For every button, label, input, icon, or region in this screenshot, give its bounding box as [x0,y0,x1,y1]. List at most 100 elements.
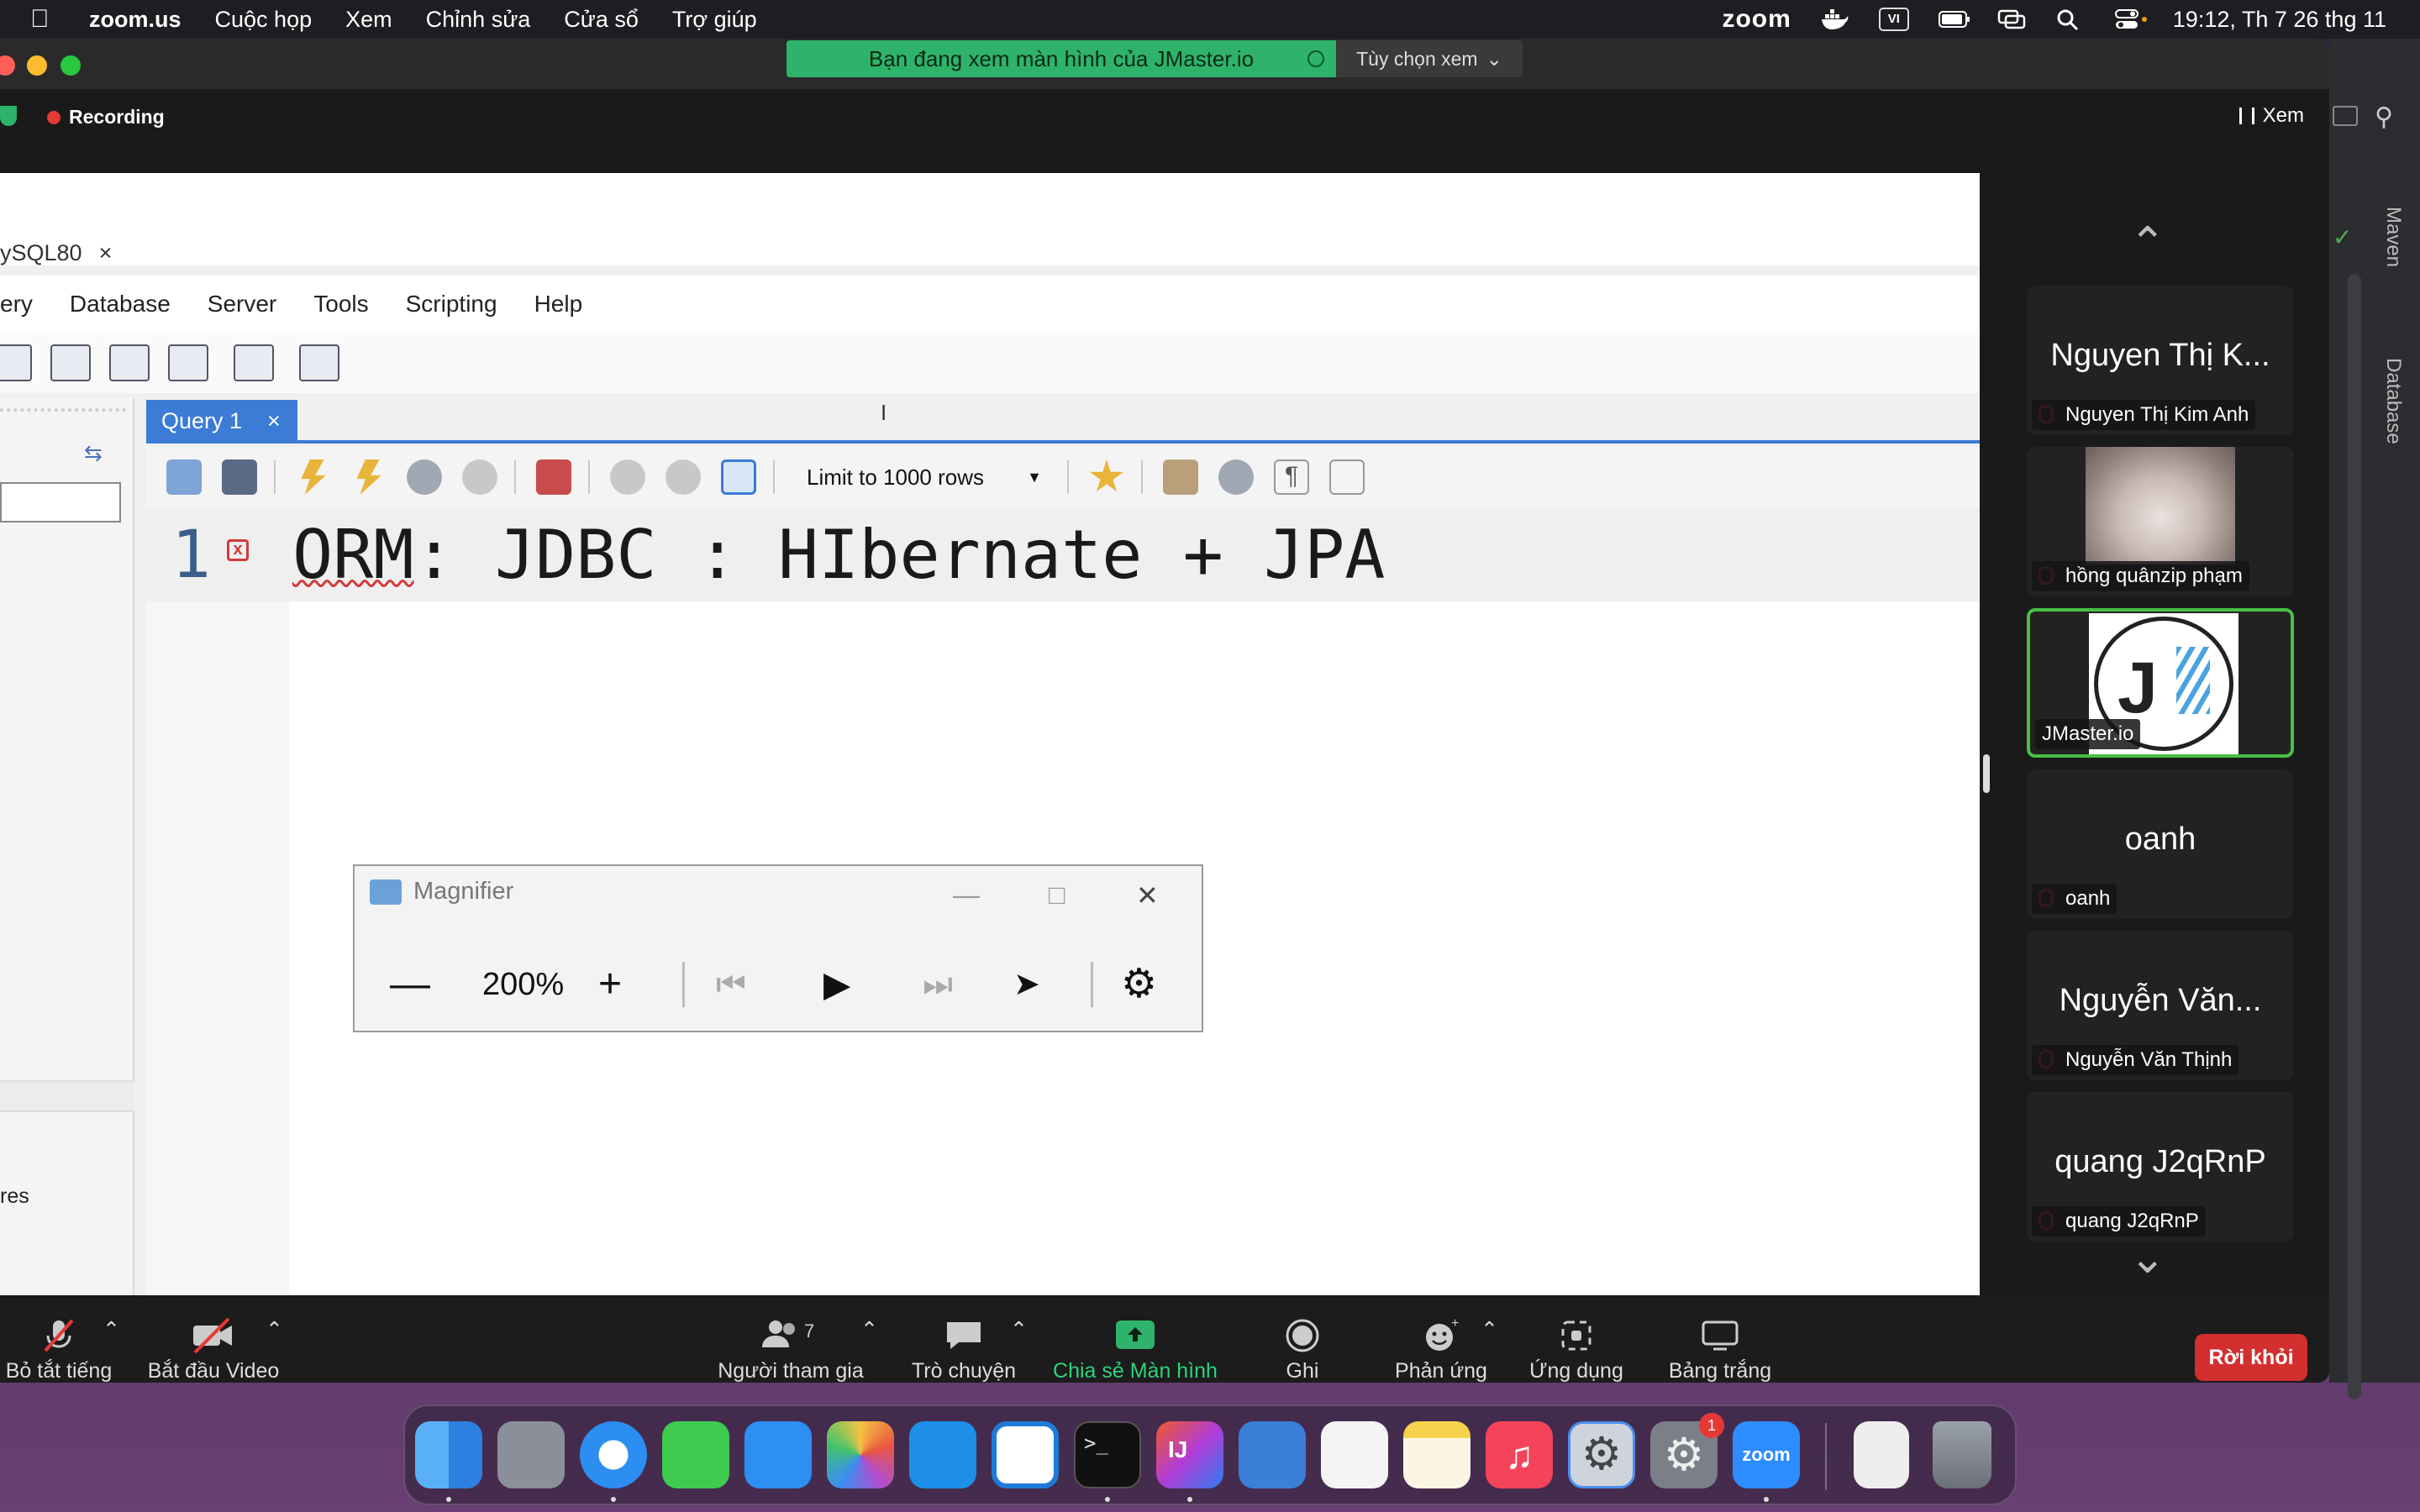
recording-indicator[interactable]: Recording [47,106,165,129]
instruments-icon[interactable] [1239,1421,1306,1488]
terminal-icon[interactable]: >_ [1074,1421,1141,1488]
menu-app-name[interactable]: zoom.us [89,7,182,33]
reminders-icon[interactable] [1321,1421,1388,1488]
stop-icon[interactable] [462,459,497,495]
toggle-continue-on-error-icon[interactable] [536,459,571,495]
participant-tile[interactable]: Nguyen Thị K... Nguyen Thị Kim Anh [2027,286,2294,435]
menu-database[interactable]: Database [70,291,171,318]
zoom-status-icon[interactable]: zoom [1722,5,1791,34]
encryption-shield-icon[interactable] [0,106,17,126]
save-icon[interactable] [222,459,257,495]
start-video-button[interactable]: Bắt đầu Video [145,1317,282,1383]
new-sql-tab-icon[interactable] [0,344,32,381]
play-icon[interactable]: ▶ [823,967,850,1002]
chevron-up-icon[interactable]: ⌃ [2129,218,2166,269]
skip-forward-icon[interactable]: ⏭ [923,968,953,1001]
trash-icon[interactable] [1933,1421,1991,1488]
minimize-icon[interactable]: — [953,879,980,911]
record-button[interactable]: Ghi [1269,1317,1336,1383]
participant-tile[interactable]: oanh oanh [2027,769,2294,919]
zoom-in-button[interactable]: + [598,964,622,1005]
close-icon[interactable]: × [99,240,113,266]
reactions-button[interactable]: + Phản ứng [1390,1316,1492,1383]
new-schema-icon[interactable] [50,344,91,381]
apple-icon[interactable]:  [30,5,60,34]
panel-resize-handle[interactable] [1983,754,1990,793]
connection-tab[interactable]: ySQL80 × [0,232,112,274]
messages-icon[interactable] [662,1421,729,1488]
audio-options-caret-icon[interactable]: ⌃ [103,1317,120,1342]
chevron-down-icon[interactable]: ⌄ [2129,1233,2166,1284]
tab-query-1[interactable]: Query 1 × [146,400,297,442]
syntax-error-icon[interactable]: x [227,539,249,561]
new-table-icon[interactable] [109,344,150,381]
reactions-caret-icon[interactable]: ⌃ [1481,1317,1498,1342]
notes-icon[interactable] [1403,1421,1470,1488]
screen-mirroring-icon[interactable] [1996,8,2027,31]
skip-back-icon[interactable]: ⏮ [716,968,746,1001]
participant-tile[interactable]: hồng quânzip phạm [2027,447,2294,596]
menu-help[interactable]: Help [534,291,583,318]
ide-scrollbar[interactable] [2348,274,2361,1399]
sidebar-item-fragment[interactable]: res [0,1184,29,1209]
maven-tool-window-tab[interactable]: Maven [2381,207,2405,267]
archive-file-icon[interactable] [1854,1421,1909,1488]
refresh-icon[interactable]: ⇆ [84,440,103,466]
explain-icon[interactable] [407,459,442,495]
execute-icon[interactable] [301,459,326,495]
menu-help[interactable]: Trợ giúp [672,7,757,33]
rollback-icon[interactable] [666,459,701,495]
invisible-chars-icon[interactable]: ¶ [1274,459,1309,495]
word-wrap-icon[interactable] [1329,459,1365,495]
execute-current-icon[interactable] [356,459,381,495]
open-file-icon[interactable] [166,459,202,495]
menu-scripting[interactable]: Scripting [406,291,497,318]
schema-filter-input[interactable] [0,482,121,522]
reconnect-db-icon[interactable] [299,344,339,381]
ide-run-icon[interactable] [2333,106,2358,126]
window-minimize-button[interactable] [27,55,47,76]
system-preferences-icon[interactable]: ⚙ [1568,1421,1635,1488]
read-from-here-icon[interactable]: ➤ [1013,969,1040,1000]
participant-tile[interactable]: quang J2qRnP quang J2qRnP [2027,1092,2294,1242]
window-fullscreen-button[interactable] [60,55,81,76]
input-source-icon[interactable]: VI [1878,8,1909,31]
menu-query[interactable]: ery [0,291,33,318]
menu-server[interactable]: Server [208,291,276,318]
add-snippet-icon[interactable] [1089,459,1124,492]
beautify-icon[interactable] [1163,459,1198,495]
database-tool-window-tab[interactable]: Database [2381,358,2405,444]
participant-tile-active-speaker[interactable]: J JMaster.io [2027,608,2294,758]
docker-status-icon[interactable] [1820,8,1850,31]
photos-icon[interactable] [827,1421,894,1488]
close-icon[interactable]: × [267,408,281,434]
close-icon[interactable]: ✕ [1136,879,1159,911]
sql-code-line[interactable]: ORM: JDBC : HIbernate + JPA [292,516,1385,594]
vscode-icon[interactable] [992,1421,1059,1488]
leave-meeting-button[interactable]: Rời khỏi [2195,1334,2307,1381]
menu-bar-clock[interactable]: 19:12, Th 7 26 thg 11 [2173,7,2386,33]
zoom-out-button[interactable]: — [390,964,430,1005]
view-options-button[interactable]: Tùy chọn xem ⌄ [1336,40,1523,77]
maximize-icon[interactable]: □ [1049,879,1065,911]
mail-icon[interactable] [744,1421,812,1488]
menu-window[interactable]: Cửa sổ [564,7,639,33]
autocommit-icon[interactable] [721,459,756,495]
ide-search-icon[interactable]: ⚲ [2375,102,2393,132]
control-center-icon[interactable] [2114,8,2147,31]
finder-icon[interactable] [415,1421,482,1488]
participants-button[interactable]: 7 Người tham gia [713,1317,869,1383]
unmute-button[interactable]: Bỏ tắt tiếng [0,1317,118,1383]
limit-rows-select[interactable]: Limit to 1000 rows ▼ [798,458,1050,496]
view-mode-button[interactable]: Xem [2238,104,2304,128]
safari-icon[interactable] [580,1421,647,1488]
battery-icon[interactable] [1938,8,1970,31]
chat-button[interactable]: Trò chuyện [908,1317,1020,1383]
menu-tools[interactable]: Tools [313,291,368,318]
apps-button[interactable]: Ứng dụng [1526,1317,1627,1383]
menu-view[interactable]: Xem [345,7,392,33]
docker-icon[interactable] [909,1421,976,1488]
new-function-icon[interactable] [168,344,208,381]
spotlight-search-icon[interactable] [2055,8,2086,31]
music-icon[interactable]: ♫ [1486,1421,1553,1488]
